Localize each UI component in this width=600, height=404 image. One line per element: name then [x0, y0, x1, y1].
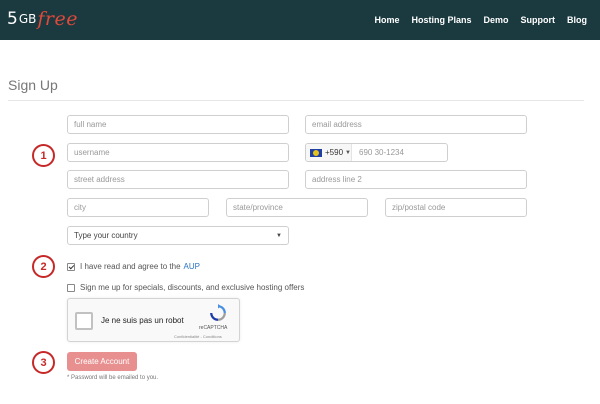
password-note: * Password will be emailed to you.: [67, 375, 159, 381]
recaptcha-checkbox[interactable]: [75, 312, 93, 330]
username-input[interactable]: [67, 143, 289, 162]
step-marker-1: 1: [32, 144, 55, 167]
newsletter-label: Sign me up for specials, discounts, and …: [80, 283, 305, 292]
newsletter-row: Sign me up for specials, discounts, and …: [67, 283, 304, 292]
recaptcha-terms[interactable]: Confidentialité - Conditions: [174, 334, 222, 339]
newsletter-checkbox[interactable]: [67, 283, 75, 292]
flag-icon: [310, 148, 322, 157]
email-input[interactable]: [305, 115, 527, 134]
nav-support[interactable]: Support: [515, 15, 562, 25]
site-logo[interactable]: 5GBfree: [7, 8, 78, 32]
recaptcha-icon: [210, 304, 226, 321]
agree-checkbox[interactable]: [67, 262, 75, 271]
nav-hosting-plans[interactable]: Hosting Plans: [405, 15, 477, 25]
logo-free: free: [37, 8, 78, 30]
zip-input[interactable]: [385, 198, 527, 217]
caret-down-icon: ▼: [276, 232, 282, 239]
step-marker-2: 2: [32, 255, 55, 278]
main-nav: Home Hosting Plans Demo Support Blog: [368, 0, 600, 40]
recaptcha-brand: reCAPTCHA: [199, 325, 228, 331]
state-input[interactable]: [226, 198, 368, 217]
logo-number: 5: [7, 9, 18, 29]
street-address-input[interactable]: [67, 170, 289, 189]
address-line-2-input[interactable]: [305, 170, 527, 189]
title-divider: [8, 100, 584, 101]
phone-field: +590 ▼: [305, 143, 448, 162]
country-select[interactable]: Type your country ▼: [67, 226, 289, 245]
page-title: Sign Up: [8, 77, 58, 93]
top-navbar: 5GBfree Home Hosting Plans Demo Support …: [0, 0, 600, 40]
city-input[interactable]: [67, 198, 209, 217]
dial-code: +590: [325, 148, 344, 157]
country-code-dropdown[interactable]: +590 ▼: [306, 144, 352, 161]
logo-gb: GB: [18, 12, 37, 26]
full-name-input[interactable]: [67, 115, 289, 134]
caret-down-icon: ▼: [345, 149, 351, 156]
step-marker-3: 3: [32, 351, 55, 374]
recaptcha-widget: Je ne suis pas un robot reCAPTCHA Confid…: [67, 298, 240, 342]
aup-link[interactable]: AUP: [184, 262, 200, 271]
agree-row: I have read and agree to the AUP: [67, 262, 200, 271]
nav-home[interactable]: Home: [368, 15, 405, 25]
country-select-value: Type your country: [74, 231, 138, 240]
phone-input[interactable]: [355, 144, 445, 161]
nav-blog[interactable]: Blog: [561, 15, 600, 25]
agree-label: I have read and agree to the: [80, 262, 181, 271]
create-account-button[interactable]: Create Account: [67, 352, 137, 371]
nav-demo[interactable]: Demo: [477, 15, 514, 25]
recaptcha-label: Je ne suis pas un robot: [101, 316, 184, 325]
